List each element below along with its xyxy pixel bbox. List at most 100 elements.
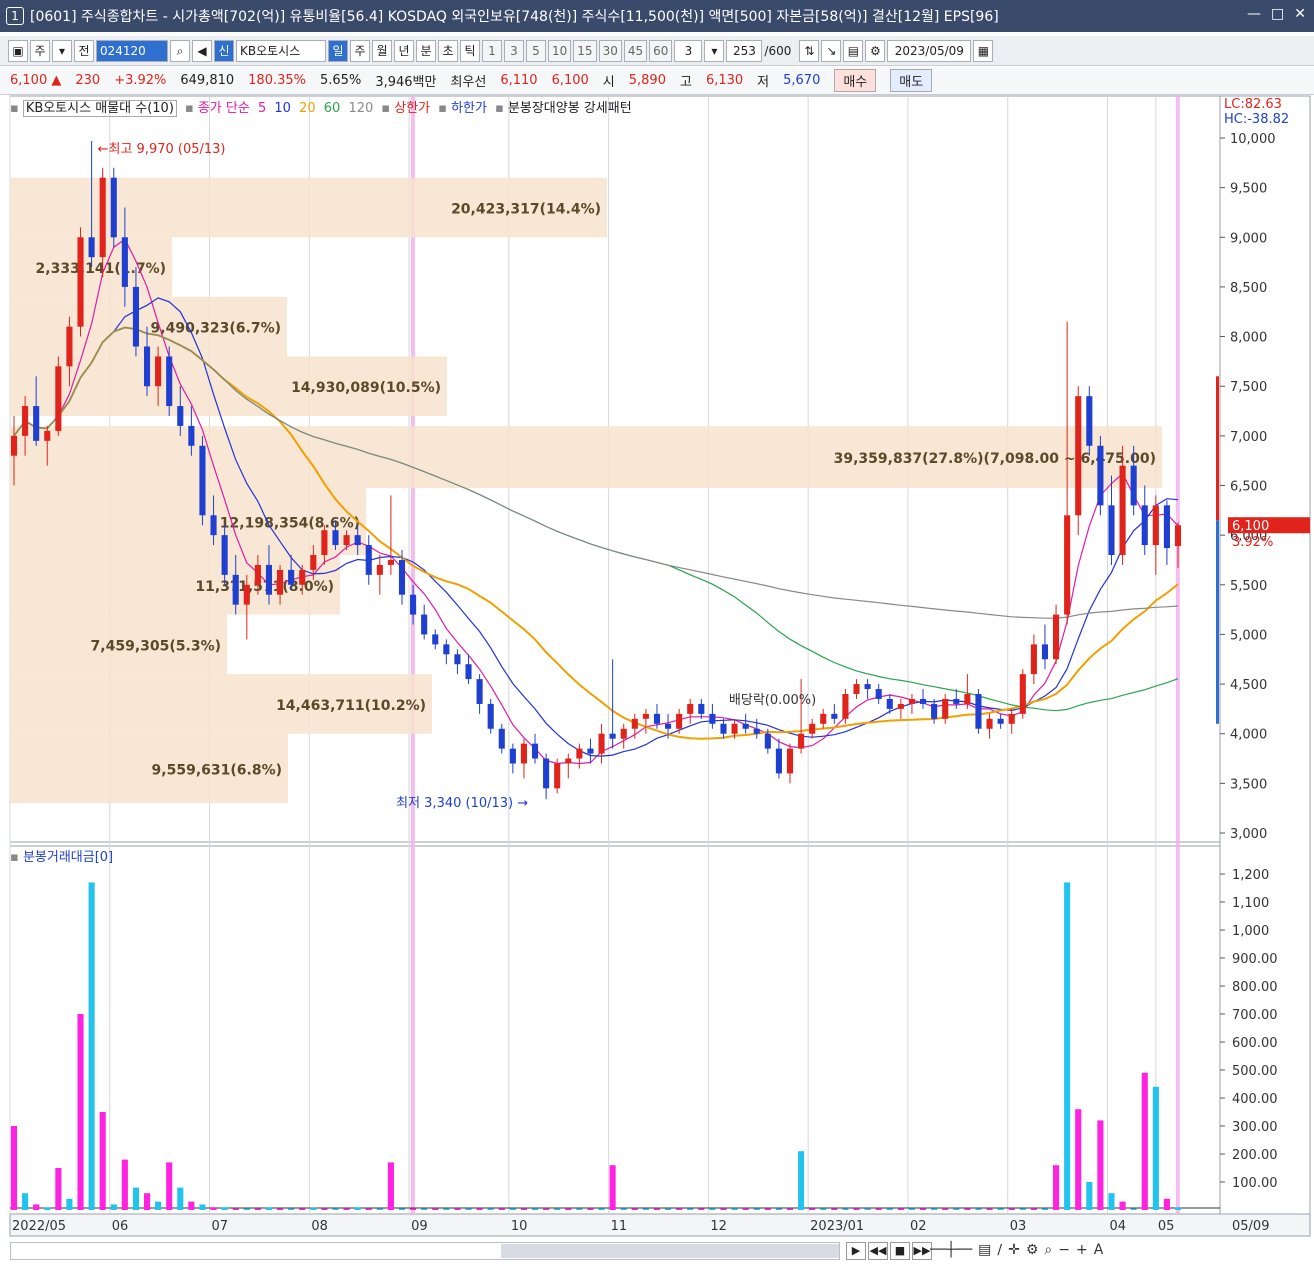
candle-body bbox=[277, 569, 284, 595]
candle-body bbox=[853, 684, 860, 694]
amount-bar bbox=[775, 1208, 782, 1210]
candle-body bbox=[742, 723, 749, 729]
ma-60-label[interactable]: 60 bbox=[324, 101, 341, 116]
candle-body bbox=[232, 574, 239, 605]
amount-bar bbox=[77, 1014, 84, 1210]
legend-square-icon: ▪ bbox=[495, 101, 504, 116]
x-tick-label: 12 bbox=[710, 1219, 727, 1234]
amount-bar bbox=[687, 1208, 694, 1210]
y-tick-label: 8,000 bbox=[1230, 331, 1267, 346]
volume-profile-label: 9,559,631(6.8%) bbox=[152, 762, 282, 778]
volume-profile-label: 11,3?1,571(8.0%) bbox=[195, 579, 334, 595]
amount-bar bbox=[919, 1208, 927, 1210]
amount-bar bbox=[653, 1208, 661, 1210]
candle-body bbox=[598, 733, 605, 754]
candle-body bbox=[709, 713, 716, 724]
amount-bar bbox=[88, 882, 95, 1210]
amount-bar bbox=[432, 1208, 439, 1210]
rewind-icon[interactable]: ◀◀ bbox=[868, 1242, 888, 1260]
y-tick-label: 5,000 bbox=[1230, 628, 1267, 643]
amount-bar bbox=[1152, 1086, 1159, 1210]
pattern-legend[interactable]: 분봉장대양봉 강세패턴 bbox=[508, 101, 632, 116]
price-chart[interactable]: 10,000 9,500 9,000 8,500 8,000 7,500 7,000 6,50… bbox=[0, 0, 1314, 1268]
candle-body bbox=[443, 644, 450, 655]
play-icon[interactable]: ▶ bbox=[846, 1242, 866, 1260]
ma-5-label[interactable]: 5 bbox=[258, 101, 266, 116]
volume-profile-legend[interactable]: KB오토시스 매물대 수(10) bbox=[22, 100, 177, 117]
legend-square-icon: ▪ bbox=[185, 101, 194, 116]
amount-bar bbox=[986, 1208, 993, 1210]
volume-profile-label: 12,198,354(8.6%) bbox=[220, 515, 360, 531]
amount-bar bbox=[842, 1208, 849, 1210]
candle-body bbox=[99, 177, 106, 258]
candle-body bbox=[1086, 396, 1093, 446]
amount-bar bbox=[531, 1208, 539, 1210]
zoom-out-icon[interactable]: − bbox=[1058, 1242, 1070, 1258]
scrollbar-thumb[interactable] bbox=[501, 1244, 839, 1258]
ma-10-label[interactable]: 10 bbox=[274, 101, 291, 116]
candle-body bbox=[199, 445, 206, 516]
candle-body bbox=[1108, 505, 1115, 555]
candle-body bbox=[365, 545, 372, 575]
chart-legend: ▪ KB오토시스 매물대 수(10) ▪ 종가 단순 5 10 20 60 120 … bbox=[10, 97, 636, 117]
amount-bar bbox=[1086, 1182, 1093, 1210]
amount-bar bbox=[908, 1208, 915, 1210]
amount-bar bbox=[132, 1187, 139, 1210]
candle-body bbox=[665, 723, 672, 729]
layout-icon[interactable]: ▤ bbox=[978, 1242, 991, 1258]
y-tick-label: 7,000 bbox=[1230, 430, 1267, 445]
y-tick-label: 7,500 bbox=[1230, 380, 1267, 395]
x-tick-label: 11 bbox=[611, 1219, 628, 1234]
amount-bar bbox=[1075, 1109, 1082, 1210]
candle-body bbox=[897, 703, 904, 709]
lower-limit-legend[interactable]: 하한가 bbox=[451, 101, 487, 116]
ma-120-label[interactable]: 120 bbox=[348, 101, 373, 116]
amount-bar bbox=[798, 1151, 805, 1210]
slider-icon[interactable]: ──┼── bbox=[930, 1242, 972, 1258]
candle-body bbox=[1174, 525, 1182, 547]
amount-bar bbox=[709, 1208, 716, 1210]
amount-bar bbox=[864, 1208, 871, 1210]
candle-body bbox=[554, 763, 561, 789]
ma-legend-title[interactable]: 종가 단순 bbox=[198, 101, 250, 116]
candle-body bbox=[1097, 445, 1104, 506]
x-tick-label: 06 bbox=[112, 1219, 129, 1234]
draw-icon[interactable]: ∕ bbox=[997, 1242, 1002, 1258]
crosshair-icon[interactable]: ✛ bbox=[1008, 1242, 1020, 1258]
candle-body bbox=[731, 723, 738, 734]
zoom-in-icon[interactable]: + bbox=[1076, 1242, 1088, 1258]
candle-body bbox=[132, 286, 139, 347]
chart-scrollbar[interactable] bbox=[10, 1242, 840, 1260]
amount-bar bbox=[199, 1204, 206, 1210]
amount-bar bbox=[10, 1126, 18, 1210]
candle-body bbox=[753, 728, 760, 734]
candle-body bbox=[177, 406, 184, 426]
sub-y-tick-label: 1,000 bbox=[1232, 924, 1269, 939]
ma-20-label[interactable]: 20 bbox=[299, 101, 316, 116]
amount-bar bbox=[1019, 1208, 1026, 1210]
amount-bar bbox=[243, 1208, 250, 1210]
candle-body bbox=[321, 530, 328, 555]
candle-body bbox=[720, 723, 727, 734]
amount-bar bbox=[820, 1208, 827, 1210]
candle-body bbox=[543, 758, 550, 789]
sub-legend-label[interactable]: 분봉거래대금[0] bbox=[23, 850, 113, 865]
amount-bar bbox=[398, 1208, 406, 1210]
candle-body bbox=[520, 743, 527, 764]
stop-icon[interactable]: ■ bbox=[890, 1242, 910, 1260]
upper-limit-legend[interactable]: 상한가 bbox=[394, 101, 430, 116]
candle-body bbox=[908, 698, 915, 704]
candle-body bbox=[1141, 505, 1148, 546]
legend-square-icon: ▪ bbox=[10, 101, 19, 116]
amount-bar bbox=[809, 1208, 816, 1210]
amount-bar bbox=[1097, 1120, 1104, 1210]
amount-bar bbox=[277, 1208, 284, 1210]
font-size-icon[interactable]: A bbox=[1094, 1242, 1104, 1258]
zoom-icon[interactable]: ⌕ bbox=[1044, 1242, 1052, 1258]
settings-icon[interactable]: ⚙ bbox=[1026, 1242, 1039, 1258]
fast-forward-icon[interactable]: ▶▶ bbox=[912, 1242, 932, 1260]
candle-body bbox=[631, 718, 638, 729]
amount-bar bbox=[642, 1208, 649, 1210]
candle-body bbox=[476, 679, 483, 704]
amount-bar bbox=[964, 1208, 971, 1210]
